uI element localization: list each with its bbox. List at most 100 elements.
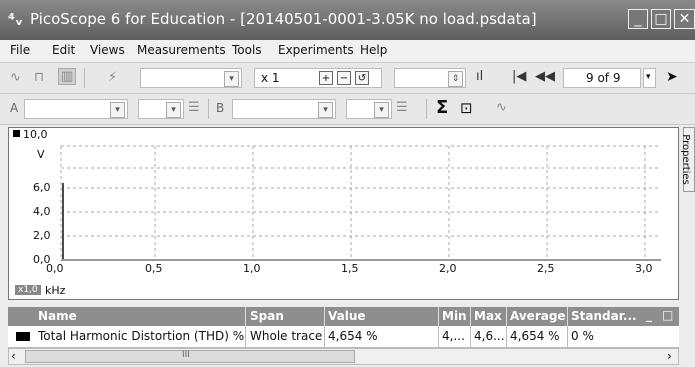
channel-a-options-icon[interactable]: ☰ <box>188 100 200 115</box>
page-indicator: 9 of 9 <box>586 71 621 85</box>
chevron-down-icon: ▾ <box>646 72 651 82</box>
menu-tools[interactable]: Tools <box>232 43 262 57</box>
separator <box>208 99 209 119</box>
column-divider <box>438 307 439 326</box>
channel-toolbar: A ▾ ▾ ☰ B ▾ ▾ ☰ Σ ⊡ ∿ <box>0 94 695 125</box>
spectrum-view[interactable]: 10,0 V 6,0 4,0 2,0 0,0 0,0 0,5 1,0 1,5 2… <box>8 127 679 300</box>
scrollbar-thumb[interactable]: III <box>25 350 355 363</box>
x-axis-unit: kHz <box>45 284 66 297</box>
column-header-std-dev[interactable]: Standar... <box>571 309 637 323</box>
x-tick-label: 2,5 <box>537 262 555 275</box>
persistence-mode-icon[interactable]: ⊓ <box>34 70 44 85</box>
scope-mode-icon[interactable]: ∿ <box>10 70 21 85</box>
zoom-value: x 1 <box>261 71 280 85</box>
channel-b-label: B <box>216 101 225 115</box>
window-title: PicoScope 6 for Education - [20140501-00… <box>30 10 537 28</box>
y-tick-label: 2,0 <box>33 229 51 242</box>
column-divider <box>506 326 507 347</box>
scroll-right-icon[interactable]: › <box>667 349 672 363</box>
y-tick-label: 6,0 <box>33 181 51 194</box>
grid <box>60 145 661 261</box>
x-tick-label: 0,0 <box>46 262 64 275</box>
menu-help[interactable]: Help <box>360 43 387 57</box>
chevron-down-icon: ▾ <box>374 102 389 118</box>
menu-experiments[interactable]: Experiments <box>278 43 354 57</box>
chevron-down-icon: ▾ <box>166 102 181 118</box>
minimize-panel-icon[interactable]: _ <box>646 308 652 322</box>
properties-tab[interactable]: Properties <box>679 127 695 192</box>
spectrum-mode-icon[interactable]: ▥ <box>58 68 77 85</box>
spinner-icon: ⇕ <box>448 71 463 87</box>
app-logo-icon: ⁴ᵥ <box>8 10 24 29</box>
column-header-min[interactable]: Min <box>442 309 467 323</box>
column-header-average[interactable]: Average <box>510 309 566 323</box>
probe-icon[interactable]: ⚡ <box>108 70 117 85</box>
properties-tab-label: Properties <box>679 134 691 185</box>
timebase-select[interactable]: ▾ <box>140 68 242 88</box>
resolution-icon[interactable]: ıl <box>476 69 483 84</box>
channel-color-swatch <box>16 332 30 341</box>
menu-views[interactable]: Views <box>90 43 125 57</box>
column-header-span[interactable]: Span <box>250 309 284 323</box>
column-header-max[interactable]: Max <box>474 309 502 323</box>
maximize-button[interactable]: □ <box>651 9 671 29</box>
column-header-name[interactable]: Name <box>38 309 77 323</box>
channel-b-options-icon[interactable]: ☰ <box>396 100 408 115</box>
title-bar: ⁴ᵥ PicoScope 6 for Education - [20140501… <box>0 0 695 40</box>
measurements-table-header: Name Span Value Min Max Average Standar.… <box>8 307 679 326</box>
channel-a-coupling-select[interactable]: ▾ <box>138 99 184 119</box>
first-page-icon[interactable]: |◀ <box>512 69 526 84</box>
column-divider <box>470 326 471 347</box>
column-divider <box>324 326 325 347</box>
close-button[interactable]: ✕ <box>674 9 695 29</box>
column-divider <box>245 326 246 347</box>
zoom-reset-button[interactable]: ↺ <box>355 71 369 85</box>
x-zoom-badge[interactable]: x1,0 <box>15 285 41 295</box>
table-row[interactable]: Total Harmonic Distortion (THD) % Whole … <box>8 326 679 348</box>
minimize-button[interactable]: _ <box>628 9 648 29</box>
page-dropdown-button[interactable]: ▾ <box>643 68 656 88</box>
pointer-tool-icon[interactable]: ➤ <box>666 69 678 85</box>
x-tick-label: 1,0 <box>243 262 261 275</box>
horizontal-scrollbar[interactable]: ‹ III › <box>8 348 679 365</box>
column-divider <box>567 307 568 326</box>
chevron-down-icon: ▾ <box>110 102 125 118</box>
y-axis-unit: V <box>37 148 45 161</box>
zoom-field[interactable]: x 1 + − ↺ <box>254 68 382 88</box>
menu-measurements[interactable]: Measurements <box>137 43 226 57</box>
column-header-value[interactable]: Value <box>328 309 366 323</box>
channel-a-label: A <box>10 101 19 115</box>
y-axis-max-label: 10,0 <box>23 128 48 141</box>
y-tick-label: 4,0 <box>33 205 51 218</box>
column-divider <box>470 307 471 326</box>
scroll-left-icon[interactable]: ‹ <box>11 349 16 363</box>
maximize-panel-icon[interactable]: □ <box>662 308 673 322</box>
cell-span: Whole trace <box>250 329 323 343</box>
cell-name: Total Harmonic Distortion (THD) % <box>38 329 245 343</box>
x-tick-label: 2,0 <box>439 262 457 275</box>
menu-file[interactable]: File <box>10 43 30 57</box>
channel-b-range-select[interactable]: ▾ <box>232 99 336 119</box>
previous-page-icon[interactable]: ◀◀ <box>535 69 555 84</box>
zoom-out-button[interactable]: − <box>337 71 351 85</box>
channel-b-coupling-select[interactable]: ▾ <box>346 99 392 119</box>
menu-bar: File Edit Views Measurements Tools Exper… <box>0 40 695 63</box>
x-tick-label: 1,5 <box>341 262 359 275</box>
column-divider <box>438 326 439 347</box>
x-tick-label: 0,5 <box>145 262 163 275</box>
signal-generator-icon[interactable]: ∿ <box>496 100 507 115</box>
page-select[interactable]: 9 of 9 <box>563 68 641 88</box>
column-divider <box>245 307 246 326</box>
cell-average: 4,654 % <box>510 329 560 343</box>
column-divider <box>506 307 507 326</box>
separator <box>426 99 427 119</box>
reference-waveforms-icon[interactable]: ⊡ <box>460 99 473 117</box>
menu-edit[interactable]: Edit <box>52 43 75 57</box>
math-channels-icon[interactable]: Σ <box>436 97 448 118</box>
samples-field[interactable]: ⇕ <box>394 68 466 88</box>
cell-min: 4,... <box>442 329 465 343</box>
column-divider <box>567 326 568 347</box>
channel-a-range-select[interactable]: ▾ <box>24 99 128 119</box>
zoom-in-button[interactable]: + <box>319 71 333 85</box>
cell-std-dev: 0 % <box>571 329 594 343</box>
